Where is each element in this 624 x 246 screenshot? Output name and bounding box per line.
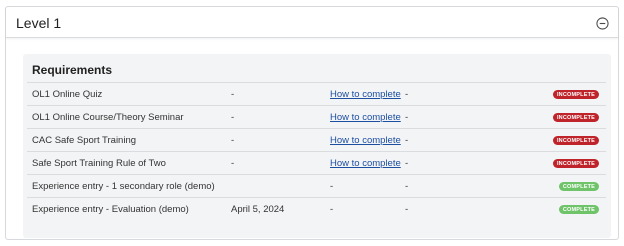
table-row: Experience entry - Evaluation (demo) Apri…	[27, 197, 606, 220]
status-badge: INCOMPLETE	[552, 136, 599, 145]
requirement-name: Experience entry - 1 secondary role (dem…	[32, 181, 215, 192]
requirement-detail: -	[405, 158, 409, 169]
panel-title: Level 1	[16, 15, 62, 31]
requirements-heading: Requirements	[32, 63, 113, 77]
requirement-detail: -	[405, 89, 409, 100]
status-badge: COMPLETE	[558, 182, 599, 191]
requirement-name: OL1 Online Quiz	[32, 89, 103, 100]
requirement-link-cell: How to complete	[330, 158, 401, 169]
requirement-link-cell: How to complete	[330, 89, 401, 100]
how-to-complete-link[interactable]: How to complete	[330, 135, 401, 146]
requirement-detail: -	[405, 204, 409, 215]
requirement-date: -	[231, 135, 235, 146]
status-badge: INCOMPLETE	[552, 113, 599, 122]
how-to-complete-link[interactable]: How to complete	[330, 89, 401, 100]
panel-header[interactable]: Level 1	[6, 7, 618, 38]
requirement-link-cell: How to complete	[330, 135, 401, 146]
requirements-table: OL1 Online Quiz - How to complete - INCOMPLE…	[27, 82, 606, 220]
requirement-link-placeholder: -	[330, 181, 334, 192]
requirement-date: -	[231, 158, 235, 169]
how-to-complete-link[interactable]: How to complete	[330, 158, 401, 169]
requirement-name: OL1 Online Course/Theory Seminar	[32, 112, 184, 123]
requirement-detail: -	[405, 112, 409, 123]
requirement-date: April 5, 2024	[231, 204, 285, 215]
table-row: Experience entry - 1 secondary role (dem…	[27, 174, 606, 197]
level-panel: Level 1 Requirements OL1 Online Quiz - How…	[5, 6, 619, 240]
status-badge: INCOMPLETE	[552, 90, 599, 99]
requirement-date: -	[231, 89, 235, 100]
table-row: OL1 Online Quiz - How to complete - INCOMPLE…	[27, 82, 606, 105]
minus-circle-icon[interactable]	[596, 17, 609, 30]
requirement-date: -	[231, 112, 235, 123]
table-row: OL1 Online Course/Theory Seminar - How to …	[27, 105, 606, 128]
table-row: CAC Safe Sport Training - How to complete -…	[27, 128, 606, 151]
requirement-detail: -	[405, 181, 409, 192]
requirement-detail: -	[405, 135, 409, 146]
requirement-link-placeholder: -	[330, 204, 334, 215]
requirement-name: CAC Safe Sport Training	[32, 135, 137, 146]
requirements-card: Requirements OL1 Online Quiz - How to comp…	[23, 54, 611, 238]
requirement-link-cell: How to complete	[330, 112, 401, 123]
table-row: Safe Sport Training Rule of Two - How to c…	[27, 151, 606, 174]
requirement-name: Experience entry - Evaluation (demo)	[32, 204, 189, 215]
how-to-complete-link[interactable]: How to complete	[330, 112, 401, 123]
status-badge: COMPLETE	[558, 205, 599, 214]
status-badge: INCOMPLETE	[552, 159, 599, 168]
requirement-name: Safe Sport Training Rule of Two	[32, 158, 166, 169]
